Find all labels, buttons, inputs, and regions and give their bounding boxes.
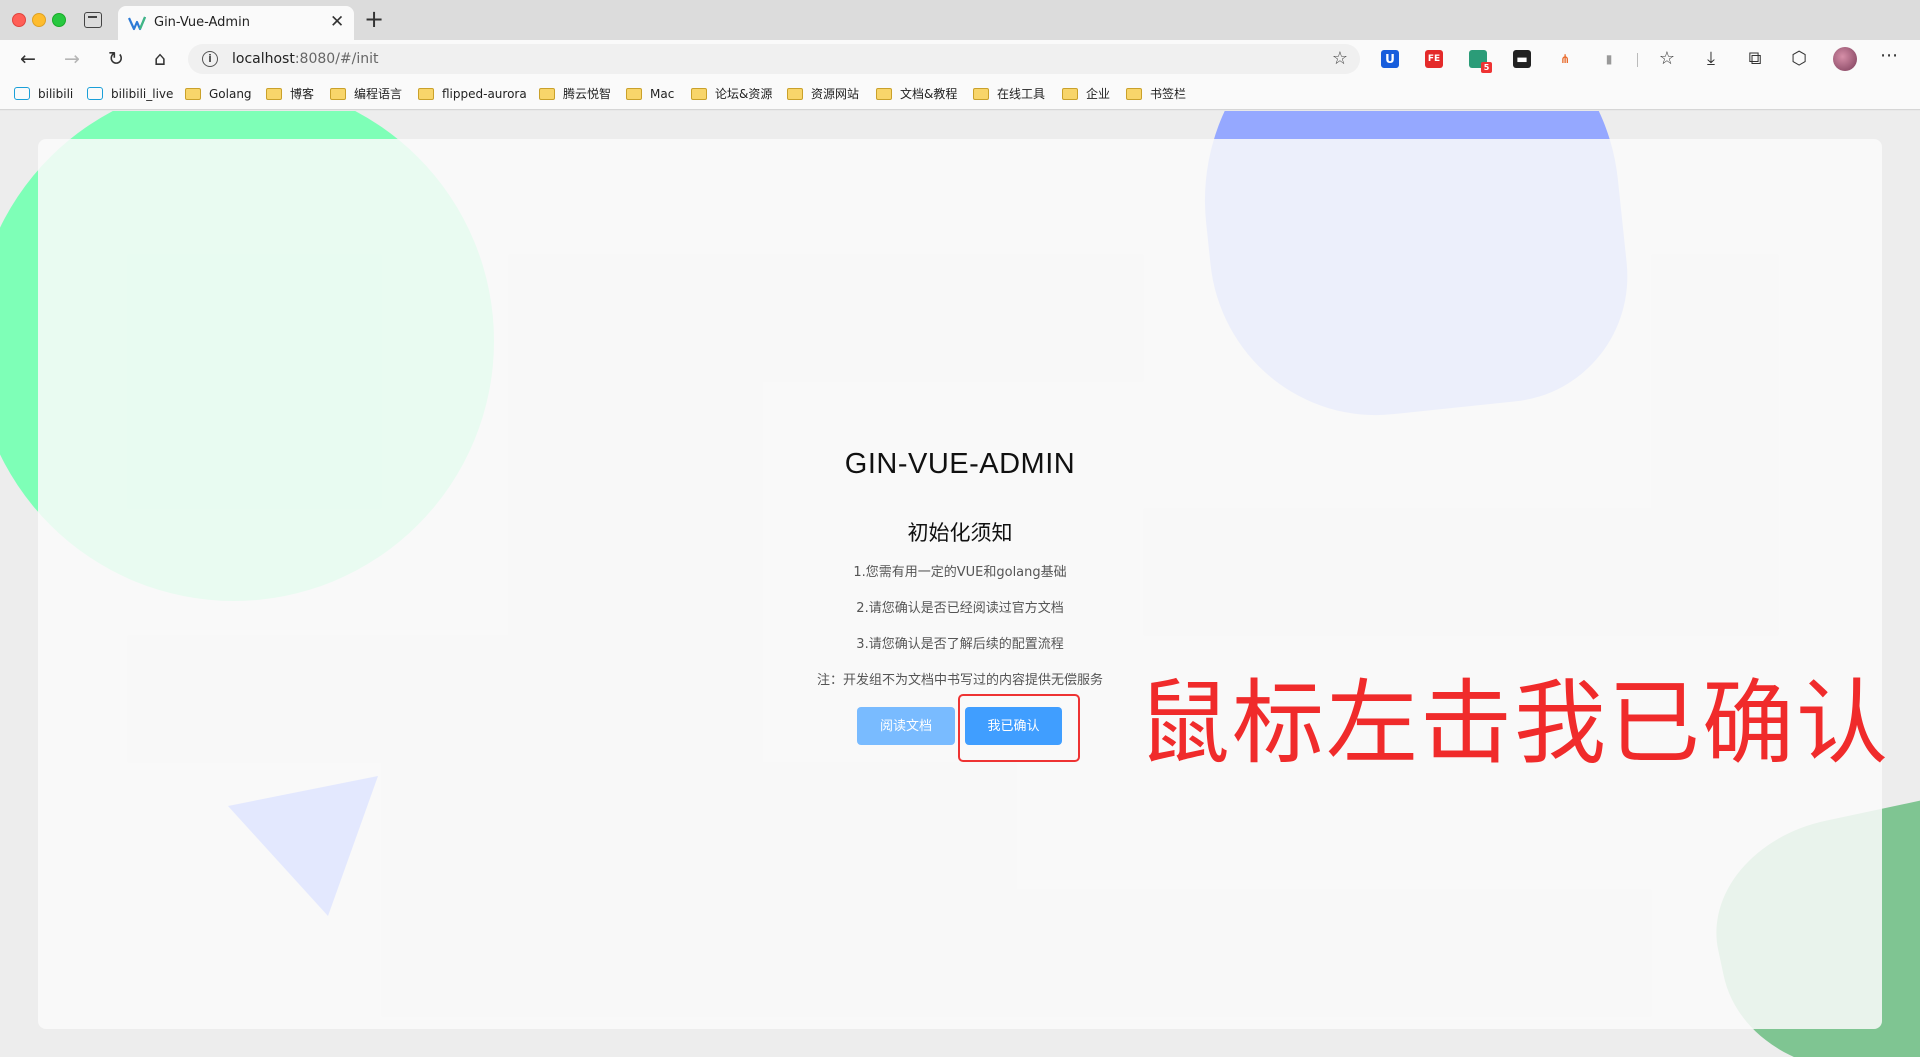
bookmark-folder[interactable]: 论坛&资源 [691, 85, 772, 103]
extension-badge: 5 [1481, 62, 1492, 73]
add-favorite-icon[interactable]: ☆ [1332, 48, 1348, 69]
maximize-window-button[interactable] [52, 13, 66, 27]
annotation-highlight-box [958, 694, 1080, 762]
bookmark-folder[interactable]: Golang [185, 85, 252, 103]
tab-actions-icon[interactable] [84, 12, 102, 28]
grid-extension-icon[interactable]: 5 [1469, 50, 1492, 73]
folder-icon [539, 87, 555, 100]
folder-icon [691, 87, 707, 100]
site-info-icon[interactable]: i [202, 51, 218, 67]
bookmark-item[interactable]: bilibili [14, 85, 73, 103]
address-bar[interactable]: i localhost:8080/#/init ☆ [188, 44, 1360, 74]
bookmark-folder[interactable]: 腾云悦智 [539, 85, 611, 103]
fe-extension-icon[interactable]: FE [1425, 50, 1443, 68]
close-window-button[interactable] [12, 13, 26, 27]
url-path: :8080/#/init [294, 51, 379, 67]
microphone-extension-icon[interactable]: ▮ [1600, 50, 1618, 68]
page-title: GIN-VUE-ADMIN [844, 448, 1076, 480]
sitemap-extension-icon[interactable]: ⋔ [1556, 50, 1574, 68]
bookmark-folder[interactable]: 在线工具 [973, 85, 1045, 103]
notice-line: 1.您需有用一定的VUE和golang基础 [853, 565, 1067, 580]
tv-icon [14, 87, 30, 100]
folder-icon [185, 87, 201, 100]
profile-avatar[interactable] [1833, 47, 1857, 71]
bookmark-folder[interactable]: 资源网站 [787, 85, 859, 103]
notice-line: 3.请您确认是否了解后续的配置流程 [856, 637, 1064, 652]
bookmark-folder[interactable]: flipped-aurora [418, 85, 527, 103]
url-host: localhost [232, 51, 295, 67]
toolbar-divider [1637, 53, 1638, 67]
annotation-text: 鼠标左击我已确认 [1138, 670, 1891, 777]
folder-icon [418, 87, 434, 100]
page-viewport: GIN-VUE-ADMIN 初始化须知 1.您需有用一定的VUE和golang基… [0, 111, 1920, 1057]
folder-icon [626, 87, 642, 100]
read-docs-button[interactable]: 阅读文档 [857, 707, 955, 745]
download-icon[interactable]: ⤓ [1700, 47, 1722, 71]
notice-line: 2.请您确认是否已经阅读过官方文档 [856, 601, 1064, 616]
bookmark-folder[interactable]: Mac [626, 85, 674, 103]
bookmark-folder[interactable]: 文档&教程 [876, 85, 957, 103]
tv-icon [87, 87, 103, 100]
folder-icon [330, 87, 346, 100]
vr-extension-icon[interactable]: ▬ [1513, 50, 1531, 68]
bookmark-folder[interactable]: 书签栏 [1126, 85, 1186, 103]
forward-icon[interactable]: → [60, 47, 84, 71]
tab-close-icon[interactable]: ✕ [330, 13, 344, 31]
tab-title: Gin-Vue-Admin [154, 15, 250, 30]
folder-icon [876, 87, 892, 100]
folder-icon [1062, 87, 1078, 100]
reload-icon[interactable]: ↻ [104, 47, 128, 71]
tab-gin-vue-admin[interactable]: Gin-Vue-Admin ✕ [118, 6, 354, 40]
bookmark-folder[interactable]: 博客 [266, 85, 314, 103]
bookmark-folder[interactable]: 编程语言 [330, 85, 402, 103]
decorative-triangle [228, 776, 378, 916]
folder-icon [266, 87, 282, 100]
bookmark-folder[interactable]: 企业 [1062, 85, 1110, 103]
favorites-icon[interactable]: ☆ [1656, 47, 1678, 71]
bookmark-item[interactable]: bilibili_live [87, 85, 173, 103]
folder-icon [1126, 87, 1142, 100]
tab-bar: Gin-Vue-Admin ✕ + [0, 0, 1920, 40]
collections-icon[interactable]: ⧉ [1744, 47, 1766, 71]
home-icon[interactable]: ⌂ [148, 47, 172, 71]
url-text[interactable]: localhost:8080/#/init [232, 51, 379, 67]
folder-icon [973, 87, 989, 100]
new-tab-icon[interactable]: + [364, 6, 384, 32]
performance-icon[interactable]: ⬡ [1788, 47, 1810, 71]
bookmarks-bar: bilibili bilibili_live Golang 博客 编程语言 fl… [0, 78, 1920, 110]
gin-vue-admin-logo-icon [128, 16, 146, 31]
minimize-window-button[interactable] [32, 13, 46, 27]
back-icon[interactable]: ← [16, 47, 40, 71]
bitwarden-extension-icon[interactable]: U [1381, 50, 1399, 68]
folder-icon [787, 87, 803, 100]
nav-bar: ← → ↻ ⌂ i localhost:8080/#/init ☆ U FE 5… [0, 40, 1920, 78]
notice-title: 初始化须知 [907, 521, 1013, 545]
more-menu-icon[interactable]: ⋯ [1880, 45, 1899, 66]
